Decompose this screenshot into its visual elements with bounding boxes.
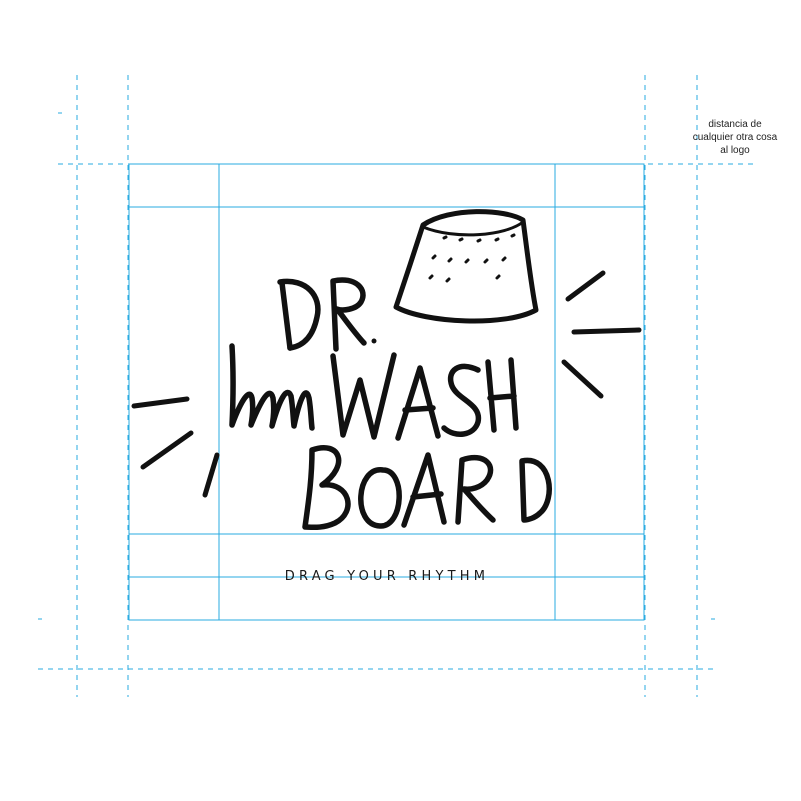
- brand-line-1: [277, 277, 377, 352]
- motion-line-right-top: [565, 270, 606, 302]
- brand-dot: [371, 338, 377, 344]
- motion-line-left-top: [131, 396, 190, 409]
- logo-construction-canvas: [38, 75, 758, 697]
- thimble-dots: [428, 233, 516, 283]
- tagline: DRAG YOUR RHYTHM: [284, 569, 490, 584]
- clearance-note: distancia de cualquier otra cosa al logo: [692, 119, 778, 156]
- motion-line-right-low: [561, 359, 604, 399]
- brand-line-3: [302, 445, 552, 531]
- clearance-guides: [38, 75, 758, 697]
- wash-squiggle: [229, 343, 315, 431]
- motion-line-right-mid: [571, 327, 642, 335]
- motion-line-left-mid: [140, 430, 194, 470]
- thimble-drawing: [393, 209, 539, 324]
- brand-line-2: [229, 343, 519, 441]
- motion-line-left-low: [202, 452, 220, 498]
- logo-artwork: [131, 209, 642, 531]
